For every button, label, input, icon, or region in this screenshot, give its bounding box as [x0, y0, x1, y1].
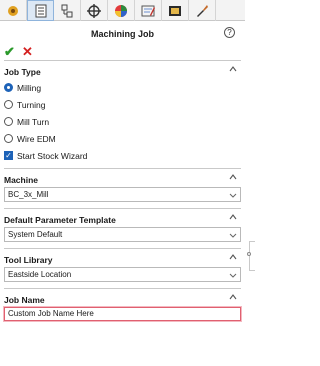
configuration-manager-icon — [61, 4, 73, 17]
feature-tree-icon — [8, 5, 18, 16]
job-name-section: Job Name Custom Job Name Here — [4, 288, 241, 321]
checkbox-label: Start Stock Wizard — [17, 150, 88, 161]
command-manager-toolbar — [0, 0, 245, 21]
tool-library-value: Eastside Location — [8, 270, 72, 279]
machine-select[interactable]: BC_3x_Mill — [4, 187, 241, 202]
job-name-input[interactable]: Custom Job Name Here — [4, 307, 241, 321]
cam-feature-tree-icon — [141, 5, 155, 16]
machine-section: Machine BC_3x_Mill — [4, 168, 241, 202]
cam-tool-tree-icon — [197, 4, 208, 17]
feature-tree-tab[interactable] — [0, 0, 27, 21]
job-type-label: Job Type — [4, 67, 41, 77]
cancel-button[interactable]: ✕ — [22, 44, 33, 60]
job-name-header[interactable]: Job Name — [4, 289, 241, 307]
job-name-label: Job Name — [4, 295, 45, 305]
panel-splitter-handle[interactable] — [249, 241, 255, 271]
panel-actions: ✔ ✕ — [0, 44, 245, 60]
radio-label: Turning — [17, 99, 46, 110]
dimxpert-icon — [87, 3, 101, 18]
radio-turning[interactable]: Turning — [4, 96, 241, 113]
radio-wire-edm[interactable]: Wire EDM — [4, 130, 241, 147]
tool-library-select[interactable]: Eastside Location — [4, 267, 241, 282]
tool-library-section: Tool Library Eastside Location — [4, 248, 241, 282]
chevron-up-icon[interactable] — [228, 172, 238, 182]
cam-tool-tree-tab[interactable] — [189, 0, 216, 21]
template-label: Default Parameter Template — [4, 215, 116, 225]
cam-operation-tree-icon — [169, 5, 181, 16]
tool-library-header[interactable]: Tool Library — [4, 249, 241, 267]
machine-header[interactable]: Machine — [4, 169, 241, 187]
machining-job-panel: Machining Job ? ✔ ✕ Job Type Milling Tur… — [0, 22, 245, 366]
job-type-section: Job Type Milling Turning Mill Turn Wire … — [4, 60, 241, 164]
cam-feature-tree-tab[interactable] — [135, 0, 162, 21]
radio-label: Milling — [17, 82, 42, 93]
chevron-up-icon[interactable] — [228, 292, 238, 302]
display-manager-icon — [115, 4, 127, 17]
panel-header: Machining Job ? — [0, 22, 245, 44]
template-select[interactable]: System Default — [4, 227, 241, 242]
chevron-down-icon — [229, 233, 237, 238]
panel-title: Machining Job — [91, 29, 154, 39]
radio-button[interactable] — [4, 117, 13, 126]
ok-button[interactable]: ✔ — [4, 44, 15, 60]
template-section: Default Parameter Template System Defaul… — [4, 208, 241, 242]
chevron-down-icon — [229, 193, 237, 198]
cam-operation-tree-tab[interactable] — [162, 0, 189, 21]
radio-button-checked[interactable] — [4, 83, 13, 92]
machine-value: BC_3x_Mill — [8, 190, 49, 199]
chevron-up-icon[interactable] — [228, 252, 238, 262]
template-header[interactable]: Default Parameter Template — [4, 209, 241, 227]
radio-mill-turn[interactable]: Mill Turn — [4, 113, 241, 130]
help-icon[interactable]: ? — [224, 27, 235, 38]
job-name-value: Custom Job Name Here — [8, 309, 94, 318]
radio-button[interactable] — [4, 134, 13, 143]
chevron-up-icon[interactable] — [228, 64, 238, 74]
radio-milling[interactable]: Milling — [4, 79, 241, 96]
start-stock-wizard-checkbox[interactable]: ✓ Start Stock Wizard — [4, 147, 241, 164]
dimxpert-tab[interactable] — [81, 0, 108, 21]
radio-label: Mill Turn — [17, 116, 50, 127]
job-type-header[interactable]: Job Type — [4, 61, 241, 79]
checkbox-checked-icon[interactable]: ✓ — [4, 151, 13, 160]
display-manager-tab[interactable] — [108, 0, 135, 21]
property-manager-tab[interactable] — [27, 0, 54, 21]
chevron-up-icon[interactable] — [228, 212, 238, 222]
property-manager-icon — [35, 4, 46, 17]
radio-button[interactable] — [4, 100, 13, 109]
splitter-grip-icon[interactable] — [247, 252, 251, 256]
radio-label: Wire EDM — [17, 133, 56, 144]
machine-label: Machine — [4, 175, 39, 185]
configuration-manager-tab[interactable] — [54, 0, 81, 21]
tool-library-label: Tool Library — [4, 255, 53, 265]
chevron-down-icon — [229, 273, 237, 278]
template-value: System Default — [8, 230, 63, 239]
